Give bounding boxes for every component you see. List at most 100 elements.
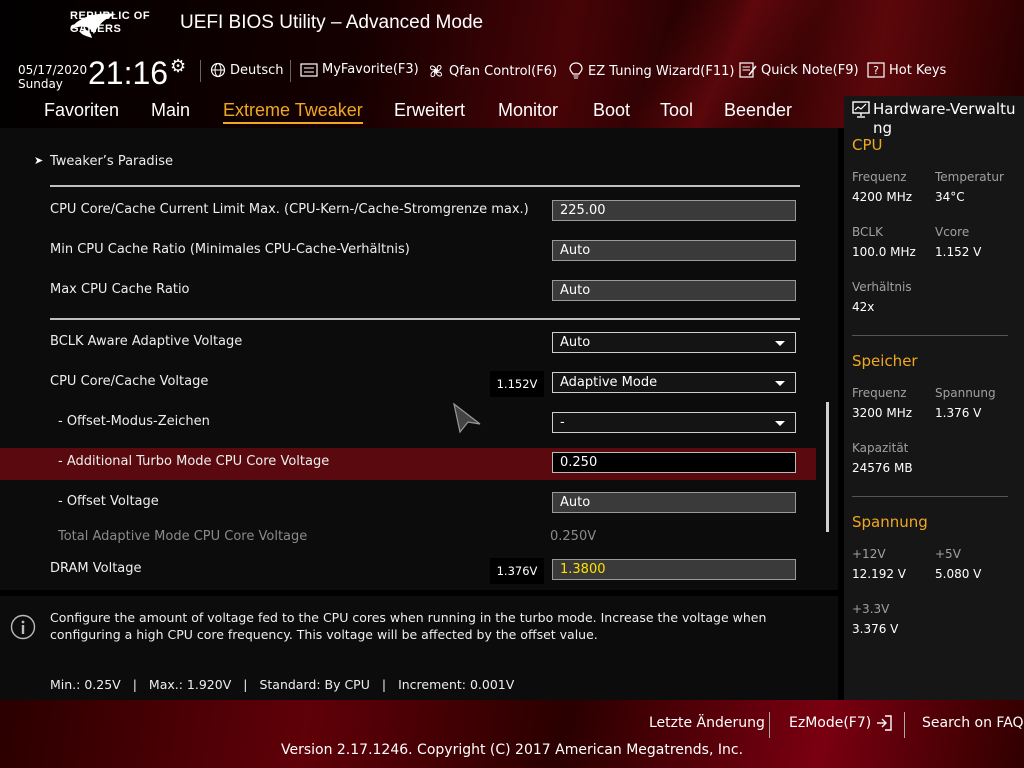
weekday-text: Sunday — [18, 77, 63, 91]
dram-voltage-readout: 1.376V — [490, 558, 544, 584]
v5-value: 5.080 V — [935, 567, 982, 581]
toolbar-divider — [290, 60, 291, 82]
hot-keys-label: Hot Keys — [889, 62, 947, 78]
qfan-label: Qfan Control(F6) — [449, 63, 558, 79]
cpu-core-voltage-dropdown[interactable]: Adaptive Mode — [552, 372, 796, 393]
fan-icon — [430, 65, 442, 77]
total-adaptive-label: Total Adaptive Mode CPU Core Voltage — [58, 529, 308, 544]
mem-freq-label: Frequenz — [852, 386, 907, 400]
mem-volt-value: 1.376 V — [935, 406, 982, 420]
footer-divider — [769, 712, 770, 738]
submenu-tweakers-paradise[interactable]: Tweaker’s Paradise — [50, 154, 173, 169]
tab-monitor[interactable]: Monitor — [498, 100, 558, 121]
value-range-info: Min.: 0.25V | Max.: 1.920V | Standard: B… — [50, 677, 515, 692]
cpu-freq-value: 4200 MHz — [852, 190, 913, 204]
max-cache-ratio-label: Max CPU Cache Ratio — [50, 282, 190, 297]
ez-tuning-label: EZ Tuning Wizard(F11) — [588, 63, 735, 79]
v12-value: 12.192 V — [852, 567, 907, 581]
vcore-value: 1.152 V — [935, 245, 982, 259]
tab-extreme-tweaker[interactable]: Extreme Tweaker — [223, 100, 363, 124]
bclk-aware-label: BCLK Aware Adaptive Voltage — [50, 334, 243, 349]
cpu-core-voltage-label: CPU Core/Cache Voltage — [50, 374, 209, 389]
ratio-value: 42x — [852, 300, 875, 314]
panel-divider — [852, 496, 1008, 497]
offset-sign-dropdown[interactable]: - — [552, 412, 796, 433]
offset-sign-label: - Offset-Modus-Zeichen — [58, 414, 210, 429]
toolbar-divider — [200, 60, 201, 82]
dram-voltage-label: DRAM Voltage — [50, 561, 142, 576]
section-divider — [50, 185, 800, 187]
exit-arrow-icon — [877, 715, 892, 731]
offset-voltage-input[interactable]: Auto — [552, 492, 796, 513]
mem-capacity-value: 24576 MB — [852, 461, 913, 475]
clock-display: 21:16 — [88, 55, 169, 91]
qfan-button[interactable]: Qfan Control(F6) — [427, 62, 557, 80]
min-cache-ratio-label: Min CPU Cache Ratio (Minimales CPU-Cache… — [50, 242, 410, 257]
app-title: UEFI BIOS Utility – Advanced Mode — [180, 12, 484, 33]
bclk-value: 100.0 MHz — [852, 245, 916, 259]
ez-tuning-button[interactable]: EZ Tuning Wizard(F11) — [568, 62, 734, 80]
language-label: Deutsch — [230, 62, 284, 78]
bclk-aware-dropdown[interactable]: Auto — [552, 332, 796, 353]
memory-heading: Speicher — [852, 352, 918, 370]
gear-icon[interactable]: ⚙ — [170, 56, 186, 77]
tab-boot[interactable]: Boot — [593, 100, 630, 121]
ezmode-button[interactable]: EzMode(F7) — [789, 715, 893, 731]
vcore-label: Vcore — [935, 225, 970, 239]
hot-keys-button[interactable]: ? Hot Keys — [867, 62, 946, 78]
panel-divider — [852, 335, 1008, 336]
section-divider — [50, 318, 800, 320]
min-cache-ratio-input[interactable]: Auto — [552, 240, 796, 261]
favorite-list-icon — [300, 62, 318, 77]
submenu-arrow-icon: ➤ — [34, 154, 44, 167]
bclk-label: BCLK — [852, 225, 883, 239]
v33-value: 3.376 V — [852, 622, 899, 636]
language-button[interactable]: Deutsch — [210, 62, 284, 78]
max-cache-ratio-input[interactable]: Auto — [552, 280, 796, 301]
cpu-heading: CPU — [852, 136, 883, 154]
tab-erweitert[interactable]: Erweitert — [394, 100, 465, 121]
monitor-icon — [852, 101, 870, 118]
version-text: Version 2.17.1246. Copyright (C) 2017 Am… — [280, 742, 744, 758]
tab-beender[interactable]: Beender — [724, 100, 792, 121]
max-value: Max.: 1.920V — [148, 677, 232, 692]
tab-favoriten[interactable]: Favoriten — [44, 100, 119, 121]
additional-turbo-input[interactable]: 0.250 — [552, 452, 796, 473]
mouse-cursor-icon — [453, 402, 481, 434]
scrollbar[interactable] — [826, 402, 829, 532]
globe-icon — [210, 62, 226, 78]
increment-value: Increment: 0.001V — [398, 677, 515, 692]
mem-volt-label: Spannung — [935, 386, 996, 400]
cpu-voltage-readout: 1.152V — [490, 371, 544, 397]
tab-tool[interactable]: Tool — [660, 100, 693, 121]
cpu-temp-label: Temperatur — [935, 170, 1004, 184]
note-icon — [739, 62, 757, 78]
tab-main[interactable]: Main — [151, 100, 190, 121]
quick-note-label: Quick Note(F9) — [761, 62, 859, 78]
info-icon — [10, 614, 36, 640]
additional-turbo-label: - Additional Turbo Mode CPU Core Voltage — [58, 454, 330, 469]
last-change-button[interactable]: Letzte Änderung — [649, 715, 765, 731]
hardware-monitor-title: Hardware-Verwaltung — [873, 100, 1016, 137]
offset-voltage-label: - Offset Voltage — [58, 494, 159, 509]
help-key-icon: ? — [867, 62, 885, 78]
date-text: 05/17/2020 — [18, 63, 88, 77]
svg-text:?: ? — [873, 64, 879, 77]
ezmode-label: EzMode(F7) — [789, 715, 872, 731]
quick-note-button[interactable]: Quick Note(F9) — [739, 62, 859, 78]
standard-value: Standard: By CPU — [259, 677, 370, 692]
settings-panel — [0, 128, 838, 590]
v5-label: +5V — [935, 547, 961, 561]
search-faq-button[interactable]: Search on FAQ — [922, 715, 1024, 731]
footer-divider — [904, 712, 905, 738]
myfavorite-button[interactable]: MyFavorite(F3) — [300, 62, 419, 77]
v33-label: +3.3V — [852, 602, 890, 616]
help-description: Configure the amount of voltage fed to t… — [50, 610, 767, 642]
total-adaptive-value: 0.250V — [550, 529, 597, 544]
cpu-freq-label: Frequenz — [852, 170, 907, 184]
date-display: 05/17/2020 Sunday — [18, 63, 87, 91]
dram-voltage-input[interactable]: 1.3800 — [552, 559, 796, 580]
lightbulb-icon — [569, 62, 583, 79]
cpu-current-limit-input[interactable]: 225.00 — [552, 200, 796, 221]
ratio-label: Verhältnis — [852, 280, 912, 294]
